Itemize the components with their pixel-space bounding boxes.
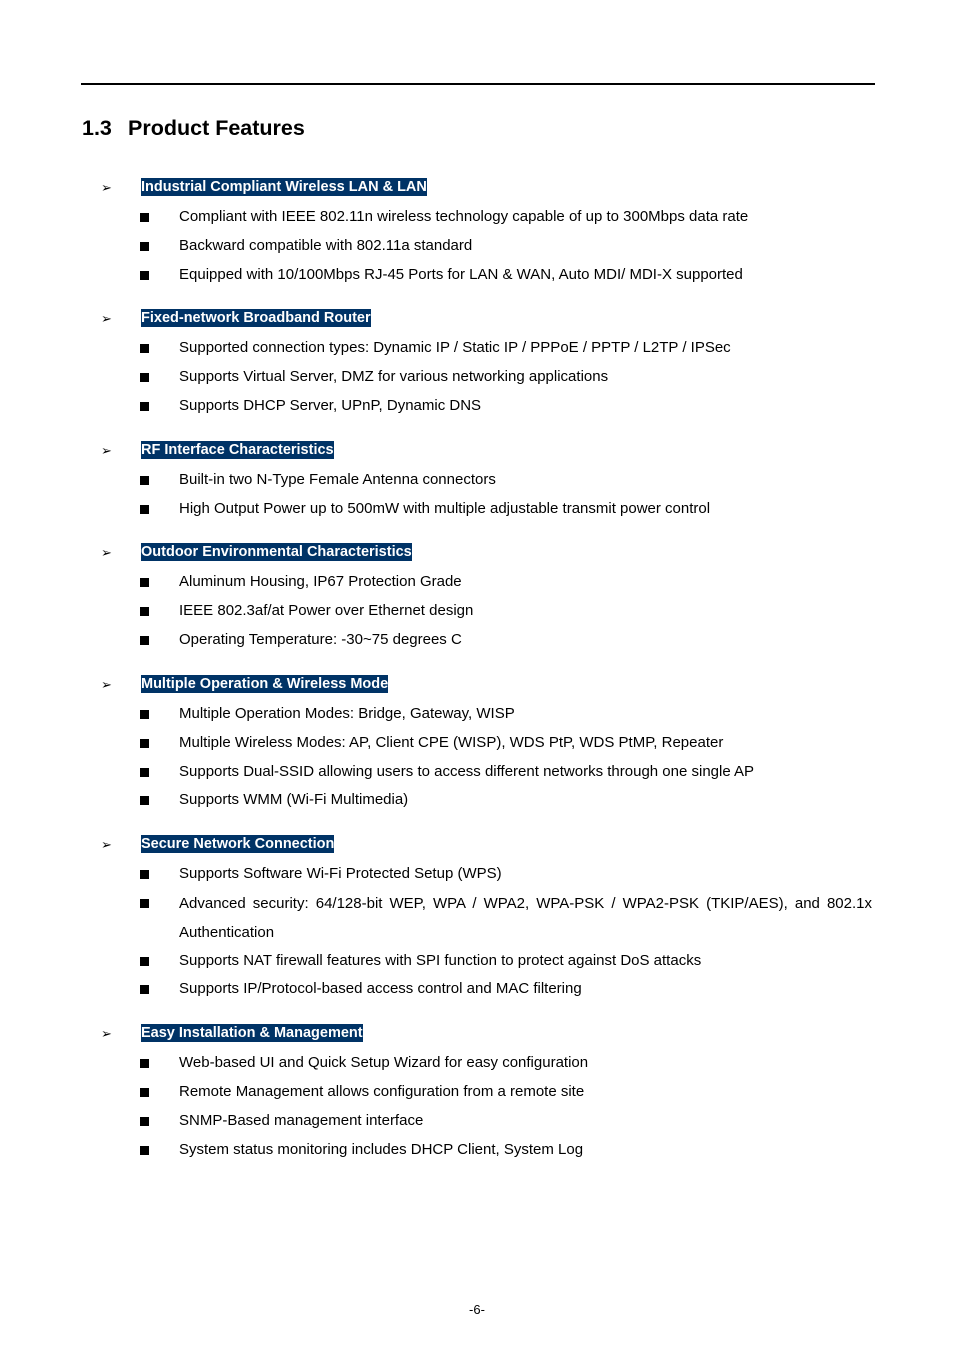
feature-item: Equipped with 10/100Mbps RJ-45 Ports for… [0, 265, 954, 289]
feature-item: Supports NAT firewall features with SPI … [0, 951, 954, 975]
square-bullet-icon [140, 1117, 149, 1126]
arrow-bullet-icon: ➢ [101, 837, 112, 852]
arrow-bullet-icon: ➢ [101, 311, 112, 326]
square-bullet-icon [140, 739, 149, 748]
square-bullet-icon [140, 476, 149, 485]
square-bullet-icon [140, 796, 149, 805]
feature-item: Web-based UI and Quick Setup Wizard for … [0, 1053, 954, 1077]
square-bullet-icon [140, 957, 149, 966]
feature-item: Supported connection types: Dynamic IP /… [0, 338, 954, 362]
feature-item-text: Supports NAT firewall features with SPI … [179, 952, 702, 969]
square-bullet-icon [140, 505, 149, 514]
section-heading: 1.3 Product Features [82, 116, 305, 141]
feature-item: High Output Power up to 500mW with multi… [0, 499, 954, 523]
feature-item-text: Backward compatible with 802.11a standar… [179, 237, 473, 254]
arrow-bullet-icon: ➢ [101, 443, 112, 458]
feature-item: SNMP-Based management interface [0, 1111, 954, 1135]
square-bullet-icon [140, 373, 149, 382]
feature-item: Advanced security: 64/128-bit WEP, WPA /… [0, 893, 954, 941]
feature-section-header: ➢ Fixed-network Broadband Router [0, 309, 954, 329]
feature-section-header: ➢ Easy Installation & Management [0, 1024, 954, 1044]
feature-item-text: Multiple Operation Modes: Bridge, Gatewa… [179, 705, 515, 722]
feature-item-text: Supports IP/Protocol-based access contro… [179, 980, 582, 997]
feature-item: Multiple Operation Modes: Bridge, Gatewa… [0, 704, 954, 728]
feature-section-label: Multiple Operation & Wireless Mode [141, 675, 389, 693]
feature-item-text: Compliant with IEEE 802.11n wireless tec… [179, 208, 749, 225]
feature-item-text: Supports Virtual Server, DMZ for various… [179, 368, 609, 385]
feature-item: Remote Management allows configuration f… [0, 1082, 954, 1106]
feature-item-text: Supports DHCP Server, UPnP, Dynamic DNS [179, 397, 482, 414]
section-title: Product Features [128, 116, 305, 140]
square-bullet-icon [140, 1146, 149, 1155]
feature-item: Supports Software Wi-Fi Protected Setup … [0, 864, 954, 888]
feature-item-text: Supports Software Wi-Fi Protected Setup … [179, 865, 502, 882]
feature-item-text: Advanced security: 64/128-bit WEP, WPA /… [179, 895, 872, 941]
feature-section-header: ➢ Outdoor Environmental Characteristics [0, 543, 954, 563]
feature-item: Aluminum Housing, IP67 Protection Grade [0, 572, 954, 596]
feature-section-label: Easy Installation & Management [141, 1024, 363, 1042]
square-bullet-icon [140, 985, 149, 994]
square-bullet-icon [140, 607, 149, 616]
feature-item-text: Remote Management allows configuration f… [179, 1083, 585, 1100]
square-bullet-icon [140, 899, 149, 908]
feature-item-text: IEEE 802.3af/at Power over Ethernet desi… [179, 602, 474, 619]
feature-item: Multiple Wireless Modes: AP, Client CPE … [0, 733, 954, 757]
feature-item-text: Web-based UI and Quick Setup Wizard for … [179, 1054, 589, 1071]
feature-item: Operating Temperature: -30~75 degrees C [0, 630, 954, 654]
feature-item: Supports IP/Protocol-based access contro… [0, 979, 954, 1003]
feature-item-text: Operating Temperature: -30~75 degrees C [179, 631, 462, 648]
feature-section-label: RF Interface Characteristics [141, 441, 334, 459]
square-bullet-icon [140, 578, 149, 587]
header-rule [81, 83, 875, 85]
feature-item-text: System status monitoring includes DHCP C… [179, 1141, 584, 1158]
feature-item: Supports WMM (Wi-Fi Multimedia) [0, 790, 954, 814]
feature-section-header: ➢ RF Interface Characteristics [0, 441, 954, 461]
feature-section-label: Outdoor Environmental Characteristics [141, 543, 412, 561]
square-bullet-icon [140, 213, 149, 222]
square-bullet-icon [140, 1088, 149, 1097]
feature-item: Backward compatible with 802.11a standar… [0, 236, 954, 260]
feature-section-header: ➢ Secure Network Connection [0, 835, 954, 855]
feature-item-text: High Output Power up to 500mW with multi… [179, 500, 711, 517]
feature-item-text: Built-in two N-Type Female Antenna conne… [179, 471, 496, 488]
section-number: 1.3 [82, 116, 112, 140]
feature-section-header: ➢ Industrial Compliant Wireless LAN & LAN [0, 178, 954, 198]
square-bullet-icon [140, 710, 149, 719]
feature-section-label: Fixed-network Broadband Router [141, 309, 371, 327]
feature-item: Supports DHCP Server, UPnP, Dynamic DNS [0, 396, 954, 420]
square-bullet-icon [140, 768, 149, 777]
feature-item: Supports Dual-SSID allowing users to acc… [0, 762, 954, 786]
feature-item-text: Multiple Wireless Modes: AP, Client CPE … [179, 734, 724, 751]
square-bullet-icon [140, 271, 149, 280]
feature-item-text: Supported connection types: Dynamic IP /… [179, 339, 731, 356]
square-bullet-icon [140, 870, 149, 879]
square-bullet-icon [140, 242, 149, 251]
feature-item: Built-in two N-Type Female Antenna conne… [0, 470, 954, 494]
arrow-bullet-icon: ➢ [101, 545, 112, 560]
feature-item: IEEE 802.3af/at Power over Ethernet desi… [0, 601, 954, 625]
feature-item-text: Equipped with 10/100Mbps RJ-45 Ports for… [179, 266, 743, 283]
square-bullet-icon [140, 636, 149, 645]
feature-item-text: Aluminum Housing, IP67 Protection Grade [179, 573, 462, 590]
square-bullet-icon [140, 402, 149, 411]
arrow-bullet-icon: ➢ [101, 677, 112, 692]
feature-item: System status monitoring includes DHCP C… [0, 1140, 954, 1164]
arrow-bullet-icon: ➢ [101, 180, 112, 195]
arrow-bullet-icon: ➢ [101, 1026, 112, 1041]
square-bullet-icon [140, 1059, 149, 1068]
feature-item-text: SNMP-Based management interface [179, 1112, 424, 1129]
feature-section-label: Industrial Compliant Wireless LAN & LAN [141, 178, 427, 196]
feature-item-text: Supports WMM (Wi-Fi Multimedia) [179, 791, 409, 808]
feature-item-text: Supports Dual-SSID allowing users to acc… [179, 763, 755, 780]
feature-section-label: Secure Network Connection [141, 835, 335, 853]
page-number: -6- [469, 1302, 485, 1317]
feature-item: Supports Virtual Server, DMZ for various… [0, 367, 954, 391]
feature-item: Compliant with IEEE 802.11n wireless tec… [0, 207, 954, 231]
square-bullet-icon [140, 344, 149, 353]
feature-section-header: ➢ Multiple Operation & Wireless Mode [0, 675, 954, 695]
